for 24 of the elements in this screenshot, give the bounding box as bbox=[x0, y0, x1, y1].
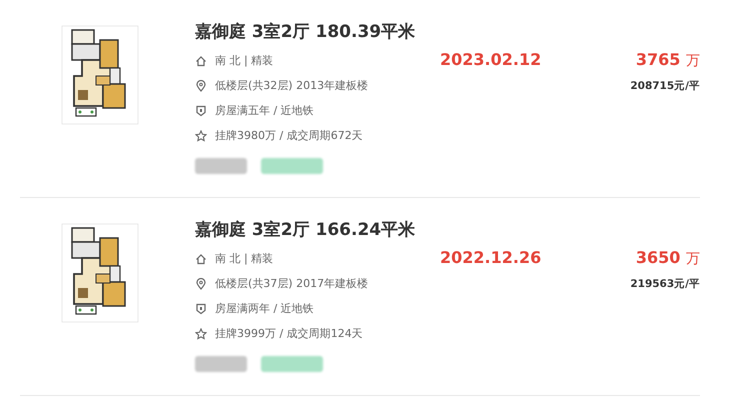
deal-date: 2022.12.26 bbox=[440, 248, 542, 267]
listing-detail: 南 北 | 精装 bbox=[215, 251, 274, 266]
shield-icon bbox=[195, 302, 207, 314]
listing-detail: 挂牌3980万 / 成交周期672天 bbox=[215, 128, 363, 143]
listing-title[interactable]: 嘉御庭 3室2厅 180.39平米 bbox=[195, 20, 440, 43]
star-icon bbox=[195, 328, 207, 340]
shield-icon bbox=[195, 104, 207, 116]
listing-detail: 房屋满两年 / 近地铁 bbox=[215, 301, 314, 316]
listing-detail: 低楼层(共32层) 2013年建板楼 bbox=[215, 78, 368, 93]
location-pin-icon bbox=[195, 80, 207, 92]
unit-price: 208715元/平 bbox=[630, 79, 700, 93]
location-pin-icon bbox=[195, 278, 207, 290]
unit-price: 219563元/平 bbox=[630, 277, 700, 291]
deal-price: 3765 万 bbox=[636, 50, 700, 70]
star-icon bbox=[195, 130, 207, 142]
listing-detail: 房屋满五年 / 近地铁 bbox=[215, 103, 314, 118]
house-icon bbox=[195, 252, 207, 264]
deal-date: 2023.02.12 bbox=[440, 50, 542, 69]
house-icon bbox=[195, 54, 207, 66]
listing-title[interactable]: 嘉御庭 3室2厅 166.24平米 bbox=[195, 218, 440, 241]
deal-price: 3650 万 bbox=[636, 248, 700, 268]
listing-detail: 南 北 | 精装 bbox=[215, 53, 274, 68]
listing-detail: 低楼层(共37层) 2017年建板楼 bbox=[215, 276, 368, 291]
listing-detail: 挂牌3999万 / 成交周期124天 bbox=[215, 326, 363, 341]
